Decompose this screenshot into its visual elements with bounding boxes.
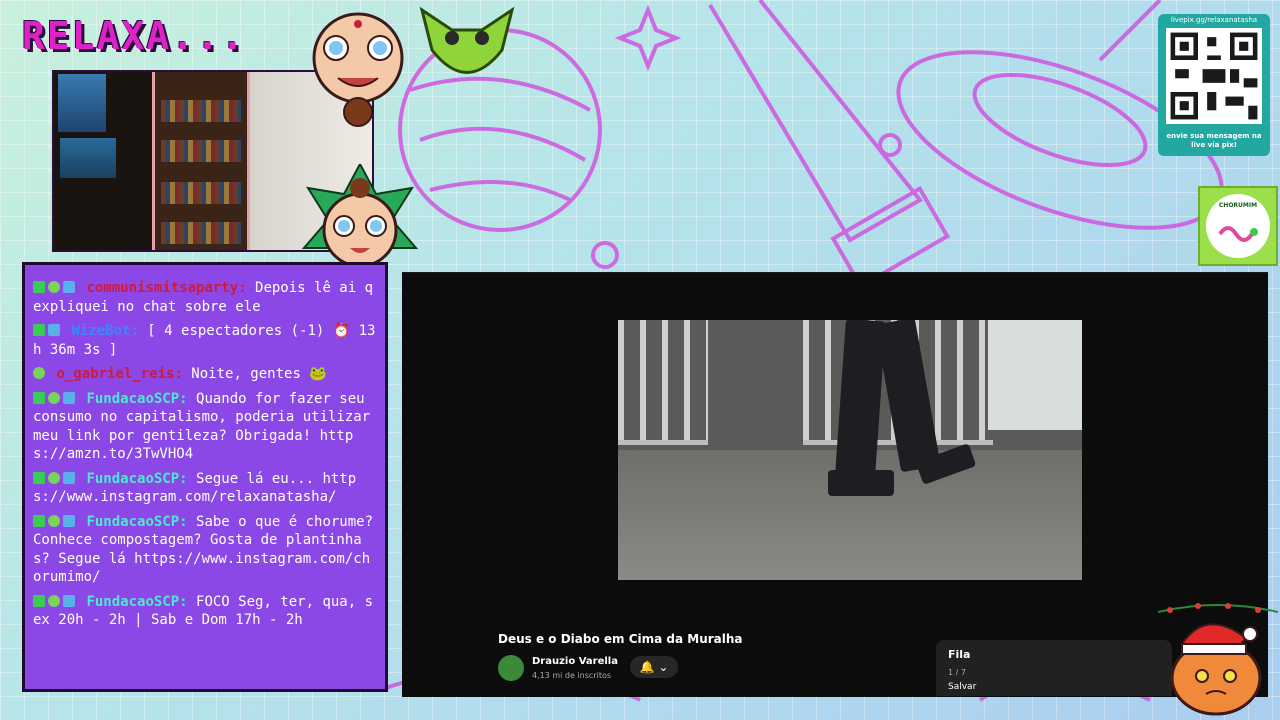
worm-icon [1218, 226, 1258, 242]
qr-caption: envie sua mensagem na live via pix! [1166, 132, 1262, 149]
alien-badge-icon [33, 367, 45, 379]
queue-save-button[interactable]: Salvar [948, 682, 976, 692]
bot-badge-icon [48, 324, 60, 336]
badge-icon [63, 514, 75, 527]
video-title: Deus e o Diabo em Cima da Muralha [498, 632, 743, 646]
qr-code-icon [1166, 28, 1262, 124]
badge-icon [33, 471, 45, 484]
chat-message: FundacaoSCP: FOCO Seg, ter, qua, sex 20h… [33, 593, 377, 630]
chat-username: WizeBot: [71, 323, 139, 339]
channel-avatar[interactable] [498, 655, 524, 681]
gate-bars [618, 320, 708, 445]
video-frame[interactable] [618, 320, 1082, 580]
badge-icon [63, 471, 75, 484]
wall-poster [58, 74, 106, 132]
chat-panel: communismitsaparty: Depois lê ai q expli… [22, 262, 388, 692]
queue-panel: Fila 1 / 7 Salvar [936, 640, 1172, 696]
badge-icon [33, 391, 45, 404]
badge-icon [63, 281, 75, 293]
badge-icon [33, 324, 45, 336]
shoe [828, 470, 894, 496]
notification-bell-button[interactable]: 🔔 ⌄ [630, 656, 678, 678]
pix-qr-box: livepix.gg/relaxanatasha envie sua mensa… [1158, 14, 1270, 156]
alien-badge-icon [48, 281, 60, 293]
chat-text: Quando for fazer seu consumo no capitali… [33, 390, 371, 463]
chat-username: communismitsaparty: [86, 280, 247, 296]
stream-title: RELAXA... [22, 14, 246, 58]
doorway [988, 320, 1082, 430]
qr-url: livepix.gg/relaxanatasha [1170, 16, 1258, 24]
chat-message: o_gabriel_reis: Noite, gentes 🐸 [33, 365, 377, 384]
alien-badge-icon [48, 471, 60, 484]
green-goblin-character [419, 6, 515, 74]
alien-badge-icon [48, 391, 60, 404]
chat-message: FundacaoSCP: Segue lá eu... https://www.… [33, 470, 377, 507]
queue-title: Fila [948, 648, 971, 661]
badge-icon [63, 594, 75, 607]
chat-message: FundacaoSCP: Quando for fazer seu consum… [33, 390, 377, 464]
chat-username: FundacaoSCP: [86, 593, 188, 610]
chat-text: Sabe o que é chorume? Conhece compostage… [33, 513, 374, 586]
badge-icon [33, 281, 45, 293]
chat-text: Noite, gentes 🐸 [182, 366, 327, 382]
wall-poster [60, 138, 116, 178]
chat-username: FundacaoSCP: [86, 390, 188, 407]
badge-icon [33, 514, 45, 527]
chat-username: o_gabriel_reis: [56, 366, 183, 382]
badge-icon [63, 391, 75, 404]
cartoon-face-character [312, 12, 404, 127]
channel-subscribers: 4,13 mi de inscritos [532, 671, 612, 680]
chorume-logo: CHORUMIM [1198, 186, 1278, 266]
badge-icon [33, 594, 45, 607]
bookshelf [152, 72, 250, 250]
alien-badge-icon [48, 514, 60, 527]
chat-text: Segue lá eu... https://www.instagram.com… [33, 470, 357, 506]
chat-text: FOCO Seg, ter, qua, sex 20h - 2h | Sab e… [33, 593, 374, 629]
chat-message: communismitsaparty: Depois lê ai q expli… [33, 279, 377, 316]
queue-count: 1 / 7 [948, 668, 966, 677]
alien-badge-icon [48, 594, 60, 607]
chat-message: FundacaoSCP: Sabe o que é chorume? Conhe… [33, 513, 377, 587]
christmas-cat-character [1158, 603, 1278, 716]
chat-message: WizeBot: [ 4 espectadores (-1) ⏰ 13h 36m… [33, 322, 377, 359]
channel-name[interactable]: Drauzio Varella [532, 656, 618, 667]
chat-username: FundacaoSCP: [86, 513, 188, 530]
chat-username: FundacaoSCP: [86, 470, 188, 487]
